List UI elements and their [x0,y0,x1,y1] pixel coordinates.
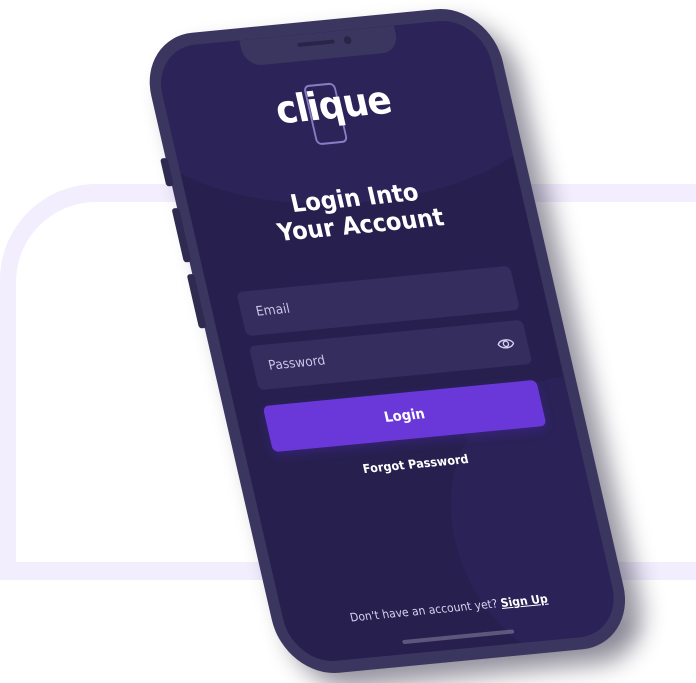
signup-prompt: Don't have an account yet? [348,596,499,625]
front-camera [343,35,353,45]
speaker-grille [296,39,336,48]
home-indicator [401,629,515,645]
password-placeholder: Password [266,353,327,374]
email-placeholder: Email [254,301,292,320]
eye-icon[interactable] [495,334,516,354]
